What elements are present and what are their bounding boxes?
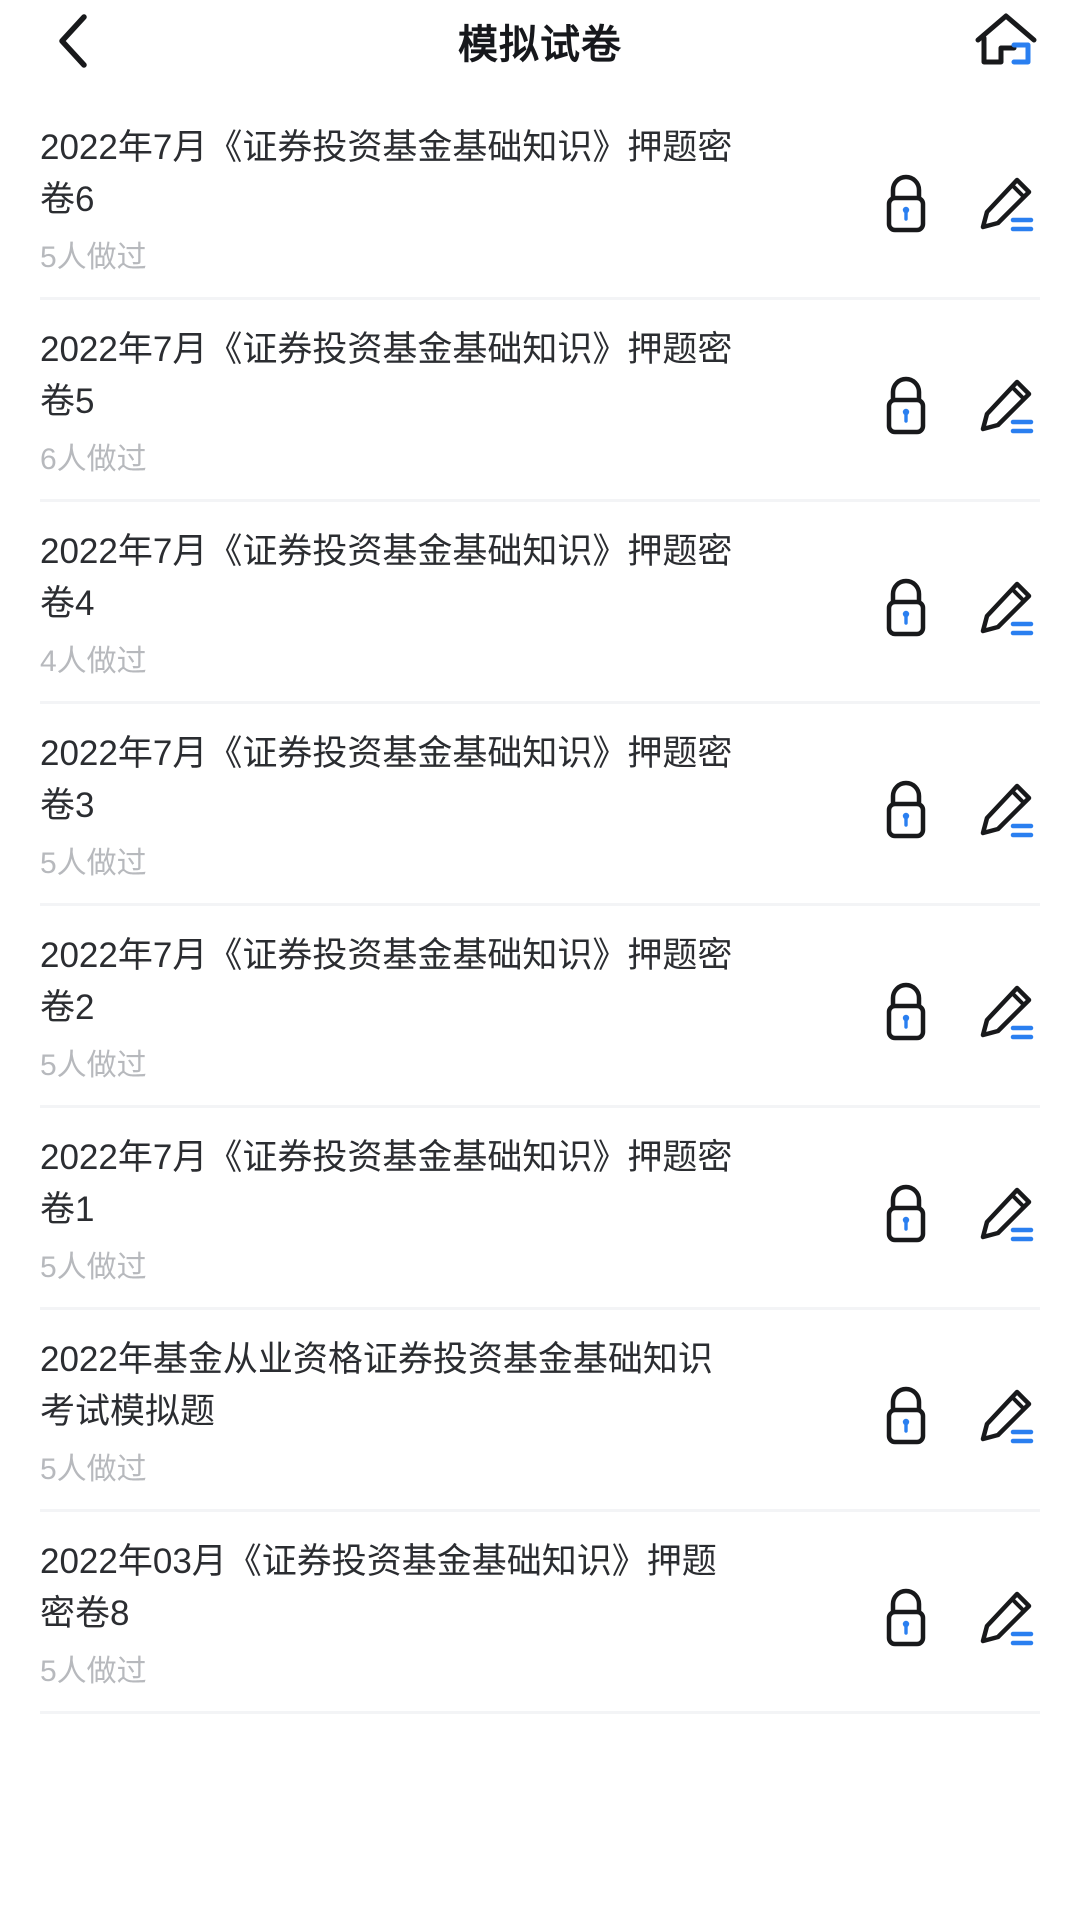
- lock-icon[interactable]: [872, 1382, 940, 1450]
- list-item-actions: [872, 1382, 1040, 1450]
- list-item-actions: [872, 1584, 1040, 1652]
- list-item-actions: [872, 372, 1040, 440]
- lock-icon[interactable]: [872, 776, 940, 844]
- pencil-icon[interactable]: [972, 170, 1040, 238]
- list-item-subtitle: 5人做过: [40, 1453, 147, 1486]
- list-item-title: 2022年7月《证券投资基金基础知识》押题密卷3: [40, 734, 733, 825]
- list-item-subtitle: 6人做过: [40, 443, 147, 476]
- app-header: 模拟试卷: [0, 0, 1080, 82]
- list-item-title: 2022年7月《证券投资基金基础知识》押题密卷5: [40, 330, 733, 421]
- list-item[interactable]: 2022年7月《证券投资基金基础知识》押题密卷4 4人做过: [0, 502, 1080, 704]
- list-item-texts: 2022年基金从业资格证券投资基金基础知识考试模拟题 5人做过: [40, 1334, 872, 1490]
- list-item-texts: 2022年7月《证券投资基金基础知识》押题密卷2 5人做过: [40, 930, 872, 1086]
- list-item-subtitle: 5人做过: [40, 1251, 147, 1284]
- list-item-title: 2022年03月《证券投资基金基础知识》押题密卷8: [40, 1542, 717, 1633]
- list-item-actions: [872, 1180, 1040, 1248]
- lock-icon[interactable]: [872, 372, 940, 440]
- list-item-subtitle: 4人做过: [40, 645, 147, 678]
- list-item-texts: 2022年7月《证券投资基金基础知识》押题密卷1 5人做过: [40, 1132, 872, 1288]
- lock-icon[interactable]: [872, 1180, 940, 1248]
- list-item-title: 2022年7月《证券投资基金基础知识》押题密卷4: [40, 532, 733, 623]
- list-item-texts: 2022年7月《证券投资基金基础知识》押题密卷4 4人做过: [40, 526, 872, 682]
- list-item-actions: [872, 574, 1040, 642]
- pencil-icon[interactable]: [972, 978, 1040, 1046]
- list-item-actions: [872, 978, 1040, 1046]
- list-item[interactable]: 2022年7月《证券投资基金基础知识》押题密卷6 5人做过: [0, 98, 1080, 300]
- list-item-subtitle: 5人做过: [40, 1049, 147, 1082]
- list-item[interactable]: 2022年03月《证券投资基金基础知识》押题密卷8 5人做过: [0, 1512, 1080, 1714]
- list-item[interactable]: 2022年基金从业资格证券投资基金基础知识考试模拟题 5人做过: [0, 1310, 1080, 1512]
- list-item-texts: 2022年7月《证券投资基金基础知识》押题密卷6 5人做过: [40, 122, 872, 278]
- list-item-title: 2022年7月《证券投资基金基础知识》押题密卷2: [40, 936, 733, 1027]
- lock-icon[interactable]: [872, 1584, 940, 1652]
- list-item-title: 2022年7月《证券投资基金基础知识》押题密卷6: [40, 128, 733, 219]
- pencil-icon[interactable]: [972, 1584, 1040, 1652]
- pencil-icon[interactable]: [972, 776, 1040, 844]
- list-item[interactable]: 2022年7月《证券投资基金基础知识》押题密卷2 5人做过: [0, 906, 1080, 1108]
- page-title: 模拟试卷: [458, 23, 622, 67]
- pencil-icon[interactable]: [972, 372, 1040, 440]
- list-item-subtitle: 5人做过: [40, 241, 147, 274]
- list-item[interactable]: 2022年7月《证券投资基金基础知识》押题密卷3 5人做过: [0, 704, 1080, 906]
- list-item-actions: [872, 776, 1040, 844]
- lock-icon[interactable]: [872, 574, 940, 642]
- lock-icon[interactable]: [872, 978, 940, 1046]
- list-item-texts: 2022年03月《证券投资基金基础知识》押题密卷8 5人做过: [40, 1536, 872, 1692]
- pencil-icon[interactable]: [972, 574, 1040, 642]
- list-item-texts: 2022年7月《证券投资基金基础知识》押题密卷3 5人做过: [40, 728, 872, 884]
- exam-paper-list: 2022年7月《证券投资基金基础知识》押题密卷6 5人做过 2022年7月《证券…: [0, 82, 1080, 1714]
- pencil-icon[interactable]: [972, 1180, 1040, 1248]
- list-item-actions: [872, 170, 1040, 238]
- home-icon: [974, 11, 1038, 71]
- list-item-title: 2022年基金从业资格证券投资基金基础知识考试模拟题: [40, 1340, 713, 1431]
- pencil-icon[interactable]: [972, 1382, 1040, 1450]
- list-item-texts: 2022年7月《证券投资基金基础知识》押题密卷5 6人做过: [40, 324, 872, 480]
- list-item-subtitle: 5人做过: [40, 1655, 147, 1688]
- list-item-subtitle: 5人做过: [40, 847, 147, 880]
- list-item[interactable]: 2022年7月《证券投资基金基础知识》押题密卷5 6人做过: [0, 300, 1080, 502]
- list-item-title: 2022年7月《证券投资基金基础知识》押题密卷1: [40, 1138, 733, 1229]
- list-item[interactable]: 2022年7月《证券投资基金基础知识》押题密卷1 5人做过: [0, 1108, 1080, 1310]
- lock-icon[interactable]: [872, 170, 940, 238]
- home-button[interactable]: [972, 7, 1040, 75]
